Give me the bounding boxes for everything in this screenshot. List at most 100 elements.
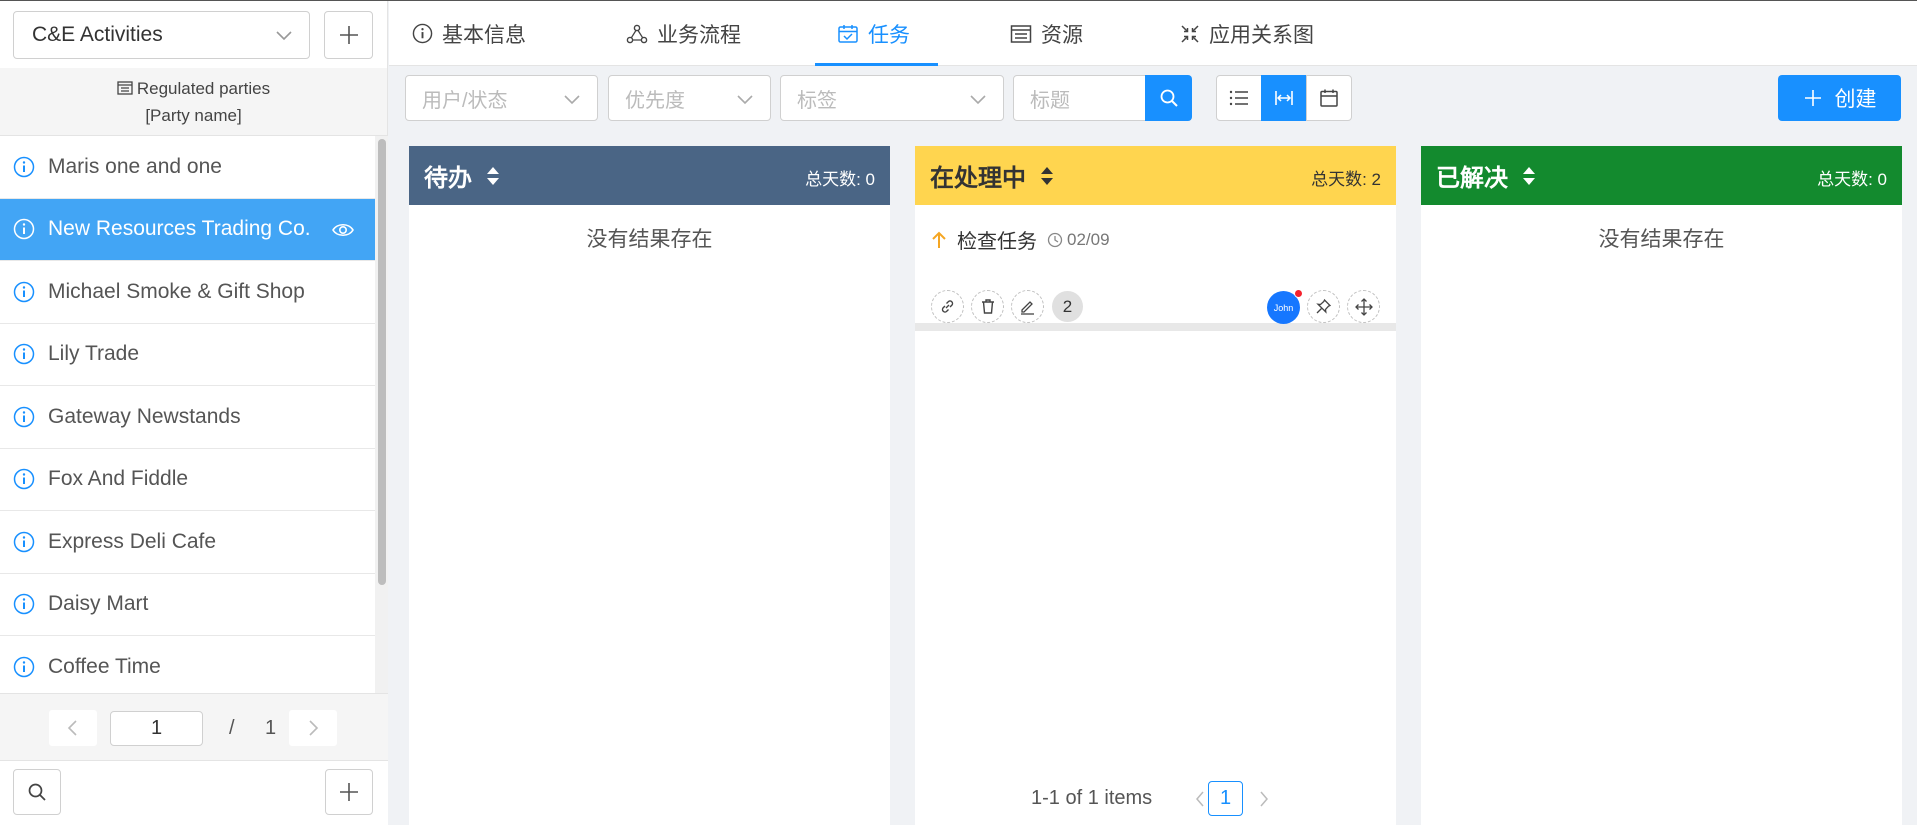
task-date: 02/09 — [1047, 230, 1110, 250]
search-icon — [1160, 89, 1178, 107]
column-title: 待办 — [424, 165, 472, 192]
tab-workflow[interactable]: 业务流程 — [626, 1, 741, 66]
delete-button[interactable] — [971, 290, 1004, 323]
party-list: Maris one and one New Resources Trading … — [0, 136, 375, 693]
collapse-arrows-icon — [1181, 24, 1199, 43]
active-tab-indicator — [815, 63, 938, 66]
chevron-right-icon[interactable] — [1259, 791, 1269, 807]
move-icon — [1354, 297, 1373, 316]
info-icon — [13, 531, 35, 552]
sidebar-header: C&E Activities — [0, 1, 387, 68]
link-button[interactable] — [931, 290, 964, 323]
chevron-down-icon — [564, 95, 580, 105]
sort-icon[interactable] — [485, 165, 501, 187]
pin-button[interactable] — [1307, 290, 1340, 323]
tags-placeholder: 标签 — [797, 89, 837, 112]
party-header: Regulated parties [Party name] — [0, 68, 387, 136]
search-button[interactable] — [13, 769, 61, 815]
task-card[interactable]: 检查任务 02/09 2 John — [915, 205, 1396, 331]
prev-page-button[interactable] — [49, 710, 97, 746]
user-status-select[interactable]: 用户/状态 — [405, 75, 598, 121]
sort-icon[interactable] — [1039, 165, 1055, 187]
drag-move-button[interactable] — [1347, 290, 1380, 323]
list-item[interactable]: Express Deli Cafe — [0, 511, 375, 574]
empty-state: 没有结果存在 — [586, 228, 713, 251]
priority-up-arrow-icon — [932, 231, 946, 248]
sidebar-scrollbar-thumb[interactable] — [378, 139, 386, 585]
edit-count-badge: 2 — [1052, 291, 1083, 322]
view-switcher — [1216, 75, 1352, 121]
tab-basic-info[interactable]: 基本信息 — [412, 1, 526, 66]
page-number-input[interactable]: 1 — [110, 711, 203, 746]
sort-icon[interactable] — [1521, 165, 1537, 187]
list-item[interactable]: Lily Trade — [0, 324, 375, 386]
plus-icon — [339, 26, 358, 44]
chevron-left-icon — [67, 720, 77, 736]
task-title[interactable]: 检查任务 — [957, 225, 1037, 254]
list-item[interactable]: Michael Smoke & Gift Shop — [0, 261, 375, 324]
list-item-label: Daisy Mart — [48, 592, 149, 616]
empty-state: 没有结果存在 — [1598, 228, 1725, 251]
list-icon — [1229, 90, 1248, 106]
tab-resources[interactable]: 资源 — [1010, 1, 1083, 66]
list-item[interactable]: Daisy Mart — [0, 574, 375, 636]
info-icon — [13, 219, 35, 240]
create-task-button[interactable]: 创建 — [1778, 75, 1901, 121]
info-icon — [13, 156, 35, 177]
info-icon — [412, 23, 433, 44]
tab-app-relations[interactable]: 应用关系图 — [1180, 1, 1314, 66]
party-header-label: Regulated parties — [136, 78, 271, 98]
priority-placeholder: 优先度 — [625, 89, 685, 112]
list-item-label: Express Deli Cafe — [48, 529, 217, 553]
list-item-label: Michael Smoke & Gift Shop — [48, 279, 305, 303]
add-party-button[interactable] — [325, 769, 373, 815]
title-search-button[interactable] — [1145, 75, 1192, 121]
column-title: 已解决 — [1436, 165, 1508, 192]
tab-label: 任务 — [868, 23, 910, 47]
resource-icon — [1010, 24, 1032, 43]
edit-button[interactable] — [1011, 290, 1044, 323]
chevron-right-icon — [309, 720, 319, 736]
list-item-label: Gateway Newstands — [48, 404, 241, 428]
next-page-button[interactable] — [289, 710, 337, 746]
chevron-down-icon — [737, 95, 753, 105]
list-item[interactable]: Gateway Newstands — [0, 386, 375, 449]
activity-selector[interactable]: C&E Activities — [13, 11, 310, 59]
pagination-info: 1-1 of 1 items — [1031, 787, 1153, 809]
tab-label: 基本信息 — [442, 23, 526, 47]
tab-tasks[interactable]: 任务 — [837, 1, 910, 66]
tags-select[interactable]: 标签 — [780, 75, 1004, 121]
add-activity-button[interactable] — [324, 11, 373, 59]
page-button[interactable]: 1 — [1208, 781, 1243, 816]
list-card-icon — [117, 81, 133, 95]
tab-bar: 基本信息 业务流程 任务 资源 应用关系图 — [389, 1, 1917, 66]
eye-icon[interactable] — [331, 218, 355, 242]
task-date-value: 02/09 — [1067, 229, 1110, 249]
list-view-button[interactable] — [1216, 75, 1262, 121]
list-item[interactable]: Maris one and one — [0, 136, 375, 199]
user-status-placeholder: 用户/状态 — [422, 89, 508, 112]
list-item[interactable]: New Resources Trading Co. — [0, 198, 375, 261]
sidebar-pagination: 1 / 1 — [0, 693, 388, 761]
list-item[interactable]: Fox And Fiddle — [0, 449, 375, 511]
list-item-label: Maris one and one — [48, 154, 222, 178]
sidebar: C&E Activities Regulated parties [Party … — [0, 1, 388, 825]
tab-label: 资源 — [1041, 23, 1083, 47]
pin-icon — [1316, 298, 1332, 314]
clock-icon — [1047, 232, 1063, 247]
search-icon — [28, 783, 46, 801]
info-icon — [13, 594, 35, 615]
priority-select[interactable]: 优先度 — [608, 75, 771, 121]
title-search-input[interactable]: 标题 — [1013, 75, 1147, 121]
info-icon — [13, 656, 35, 677]
column-header: 待办 总天数: 0 — [409, 146, 890, 205]
kanban-column-resolved: 已解决 总天数: 0 没有结果存在 — [1421, 146, 1902, 825]
calendar-view-button[interactable] — [1306, 75, 1352, 121]
chevron-left-icon[interactable] — [1195, 791, 1205, 807]
board-view-button[interactable] — [1261, 75, 1307, 121]
kanban-column-in-progress: 在处理中 总天数: 2 检查任务 02/09 2 John 1-1 of 1 i… — [915, 146, 1396, 825]
list-item[interactable]: Coffee Time — [0, 636, 375, 693]
column-header: 已解决 总天数: 0 — [1421, 146, 1902, 205]
chevron-down-icon — [970, 95, 986, 105]
workflow-icon — [626, 24, 648, 43]
